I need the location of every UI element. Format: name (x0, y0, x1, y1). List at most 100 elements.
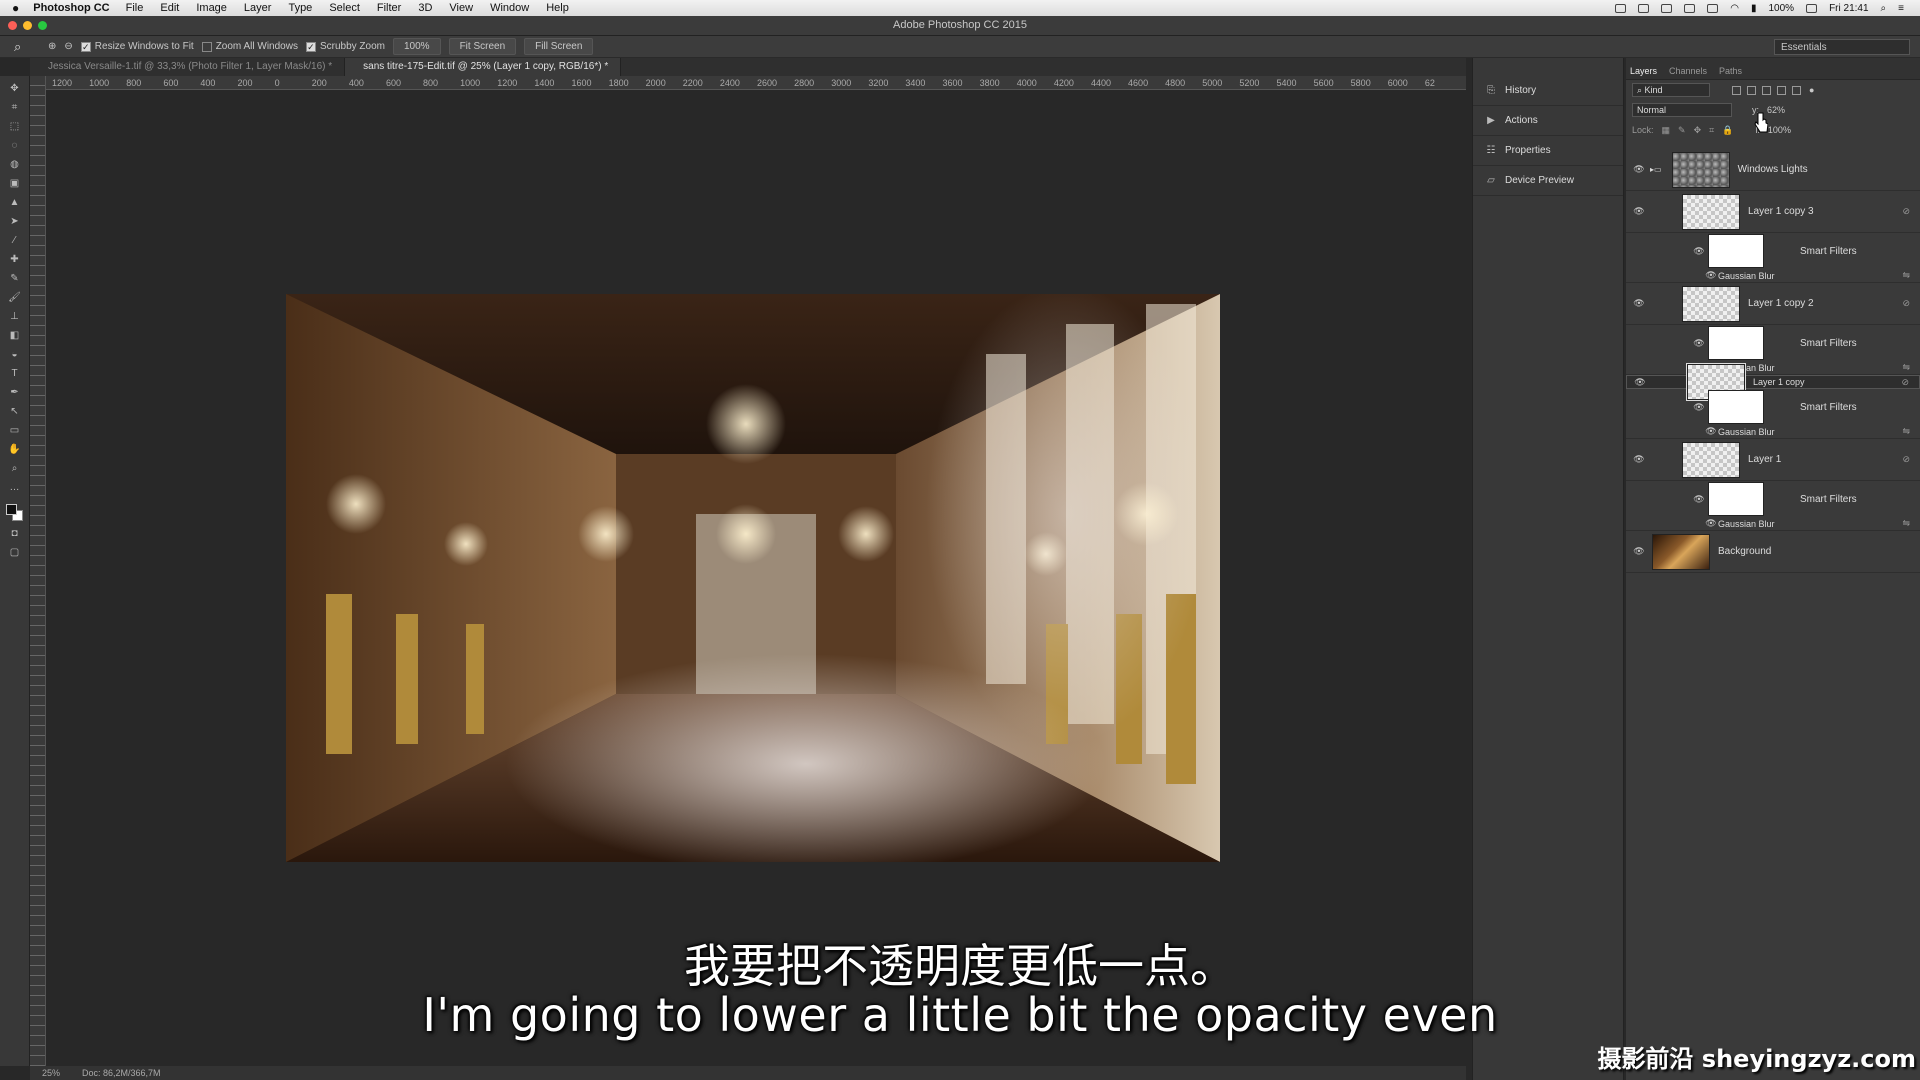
notification-center-icon[interactable]: ≡ (1898, 3, 1904, 14)
filter-toggle-icon[interactable]: ● (1809, 85, 1814, 95)
foreground-color-swatch[interactable] (5, 504, 17, 515)
path-select-tool-icon[interactable]: ➤ (7, 215, 23, 229)
tab-channels[interactable]: Channels (1669, 66, 1707, 79)
fill-field[interactable]: 100% (1768, 125, 1791, 135)
menu-image[interactable]: Image (196, 2, 227, 14)
spotlight-icon[interactable]: ⌕ (1881, 3, 1887, 14)
blend-mode-select[interactable]: Normal (1632, 103, 1732, 117)
healing-brush-tool-icon[interactable]: ✚ (7, 253, 23, 267)
rectangle-tool-icon[interactable]: ▭ (7, 424, 23, 438)
color-swatches[interactable] (5, 504, 24, 522)
cloud-icon[interactable] (1638, 3, 1650, 13)
menu-help[interactable]: Help (546, 2, 569, 14)
pen-tool-icon[interactable]: ✒ (7, 386, 23, 400)
lock-transparent-icon[interactable]: ▦ (1662, 125, 1671, 136)
filter-adjustment-icon[interactable] (1747, 85, 1756, 95)
visibility-eye-icon[interactable]: 👁 (1704, 426, 1718, 437)
menu-type[interactable]: Type (288, 2, 312, 14)
menu-edit[interactable]: Edit (160, 2, 179, 14)
menu-3d[interactable]: 3D (418, 2, 432, 14)
type-tool-icon[interactable]: T (7, 367, 23, 381)
menu-view[interactable]: View (449, 2, 473, 14)
properties-panel-button[interactable]: ☷ Properties (1473, 136, 1623, 166)
screen-mode-icon[interactable]: ▢ (7, 546, 23, 560)
hand-tool-icon[interactable]: ✋ (7, 443, 23, 457)
vertical-ruler[interactable] (30, 76, 46, 1066)
fit-screen-button[interactable]: Fit Screen (448, 38, 517, 55)
visibility-eye-icon[interactable]: 👁 (1692, 246, 1706, 257)
actions-panel-button[interactable]: ▶ Actions (1473, 106, 1623, 136)
clone-stamp-tool-icon[interactable]: ⊥ (7, 310, 23, 324)
menu-window[interactable]: Window (490, 2, 529, 14)
quick-mask-icon[interactable]: ◘ (7, 527, 23, 541)
layer-filter-kind-select[interactable]: ⌕ Kind (1632, 83, 1710, 97)
filter-pixel-icon[interactable] (1732, 85, 1741, 95)
filter-row[interactable]: 👁 Gaussian Blur ⇋ (1626, 361, 1920, 375)
filter-type-icon[interactable] (1762, 85, 1771, 95)
filter-row[interactable]: 👁 Gaussian Blur ⇋ (1626, 517, 1920, 531)
filter-options-icon[interactable]: ⇋ (1902, 518, 1910, 529)
filter-row[interactable]: 👁 Gaussian Blur ⇋ (1626, 269, 1920, 283)
paint-bucket-tool-icon[interactable]: ◒ (7, 348, 23, 362)
tab-layers[interactable]: Layers (1630, 66, 1657, 79)
menu-filter[interactable]: Filter (377, 2, 401, 14)
scrubby-zoom-checkbox[interactable]: ✓ Scrubby Zoom (305, 41, 385, 52)
eraser-tool-icon[interactable]: ◧ (7, 329, 23, 343)
menu-file[interactable]: File (126, 2, 144, 14)
camera-icon[interactable] (1615, 3, 1627, 13)
visibility-eye-icon[interactable]: 👁 (1632, 454, 1646, 465)
layer-row-background[interactable]: 👁 Background (1626, 531, 1920, 573)
visibility-eye-icon[interactable]: 👁 (1633, 377, 1647, 388)
horizontal-ruler[interactable]: 1200 1000 800 600 400 200 0 200 400 600 800 1000 120… (46, 76, 1466, 90)
quick-select-tool-icon[interactable]: ◍ (7, 158, 23, 172)
more-tools-icon[interactable]: … (7, 481, 23, 495)
zoom-readout[interactable]: 25% (42, 1068, 60, 1078)
zoom-tool-preset-icon[interactable]: ⌕ (14, 39, 40, 55)
flag-icon[interactable]: ▮ (1751, 3, 1757, 14)
smart-filters-row[interactable]: 👁 Smart Filters (1626, 325, 1920, 361)
filter-shape-icon[interactable] (1777, 85, 1786, 95)
zoom-out-icon[interactable]: ⊖ (64, 41, 72, 52)
color-replace-tool-icon[interactable]: ✎ (7, 272, 23, 286)
opacity-field[interactable]: 62% (1767, 105, 1785, 115)
tab-paths[interactable]: Paths (1719, 66, 1742, 79)
filter-smart-object-icon[interactable] (1792, 85, 1801, 95)
resize-windows-checkbox[interactable]: ✓ Resize Windows to Fit (80, 41, 194, 52)
zoom-all-windows-checkbox[interactable]: Zoom All Windows (201, 41, 298, 52)
visibility-eye-icon[interactable]: 👁 (1692, 402, 1706, 413)
history-panel-button[interactable]: ⎘ History (1473, 76, 1623, 106)
zoom-tool-icon[interactable]: ⌕ (7, 462, 23, 476)
lock-image-icon[interactable]: ✎ (1678, 125, 1686, 136)
visibility-eye-icon[interactable]: 👁 (1704, 270, 1718, 281)
layer-row[interactable]: 👁 Layer 1 copy 3 ⊘ (1626, 191, 1920, 233)
visibility-eye-icon[interactable]: 👁 (1632, 206, 1646, 217)
lasso-tool-icon[interactable]: ◌ (7, 139, 23, 153)
filter-options-icon[interactable]: ⇋ (1902, 362, 1910, 373)
brush-tool-icon[interactable]: 🖌 (7, 291, 23, 305)
wifi-icon[interactable]: ◠ (1730, 3, 1739, 14)
document-image-hall-of-mirrors[interactable] (286, 294, 1220, 862)
doc-size-readout[interactable]: Doc: 86,2M/366,7M (82, 1068, 161, 1078)
smart-filters-row[interactable]: 👁 Smart Filters (1626, 233, 1920, 269)
lock-artboard-icon[interactable]: ⌗ (1709, 125, 1714, 136)
document-tab-versaille[interactable]: Jessica Versaille-1.tif @ 33,3% (Photo F… (30, 58, 346, 76)
layer-row[interactable]: 👁 Layer 1 ⊘ (1626, 439, 1920, 481)
layer-group-windows-lights[interactable]: 👁 ▸▭ Windows Lights (1626, 149, 1920, 191)
marquee-tool-icon[interactable]: ⬚ (7, 120, 23, 134)
filter-options-icon[interactable]: ⇋ (1902, 426, 1910, 437)
visibility-eye-icon[interactable]: 👁 (1704, 518, 1718, 529)
fill-screen-button[interactable]: Fill Screen (524, 38, 594, 55)
volume-icon[interactable] (1707, 3, 1719, 13)
lock-all-icon[interactable]: 🔒 (1722, 125, 1733, 136)
device-preview-panel-button[interactable]: ▱ Device Preview (1473, 166, 1623, 196)
zoom-100-button[interactable]: 100% (392, 38, 441, 55)
move-tool-icon[interactable]: ✥ (7, 82, 23, 96)
gradient-tool-icon[interactable]: ▣ (7, 177, 23, 191)
visibility-eye-icon[interactable]: 👁 (1632, 298, 1646, 309)
dropbox-icon[interactable] (1661, 3, 1673, 13)
layer-row[interactable]: 👁 Layer 1 copy 2 ⊘ (1626, 283, 1920, 325)
filter-options-icon[interactable]: ⇋ (1902, 270, 1910, 281)
filter-row[interactable]: 👁 Gaussian Blur ⇋ (1626, 425, 1920, 439)
app-menu[interactable]: Photoshop CC (33, 2, 109, 14)
visibility-eye-icon[interactable]: 👁 (1632, 164, 1646, 175)
